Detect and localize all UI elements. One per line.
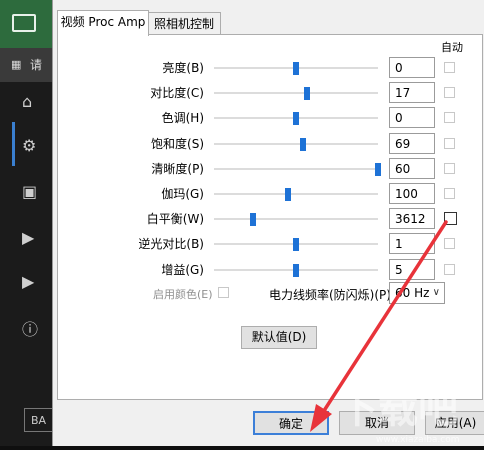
property-auto-checkbox[interactable]	[444, 87, 455, 99]
property-value-input[interactable]: 60	[389, 157, 435, 179]
color-enable-label: 启用颜色(E)	[153, 288, 213, 301]
property-auto-checkbox[interactable]	[444, 263, 455, 275]
property-auto-checkbox[interactable]	[444, 112, 455, 124]
gear-icon[interactable]: ⚙	[22, 136, 36, 155]
property-slider-thumb[interactable]	[299, 137, 306, 151]
property-slider-track[interactable]	[214, 193, 378, 195]
grid-icon: ▦	[11, 58, 22, 71]
app-search-bar[interactable]: ▦ 请	[0, 48, 60, 82]
color-enable-checkbox[interactable]	[218, 287, 229, 298]
app-search-label: 请	[30, 58, 43, 72]
app-header	[0, 0, 60, 48]
property-slider-thumb[interactable]	[293, 263, 299, 277]
info-icon[interactable]: ⓘ	[22, 316, 38, 340]
property-value-input[interactable]: 0	[389, 57, 435, 78]
property-label: 色调(H)	[161, 111, 204, 126]
property-row: 饱和度(S) 69	[58, 132, 482, 157]
power-frequency-label: 电力线频率(防闪烁)(P)	[269, 288, 391, 302]
tab-camera-control[interactable]: 照相机控制	[147, 12, 221, 35]
power-frequency-select[interactable]: 60 Hz ∨	[389, 282, 445, 304]
watermark-text: 下载吧	[338, 386, 458, 432]
tab-video-proc-amp[interactable]: 视频 Proc Amp	[57, 10, 149, 36]
property-auto-checkbox[interactable]	[444, 62, 455, 73]
proc-amp-panel: 自动 亮度(B) 0 对比度(C) 17 色调(H) 0 饱和度(S) 69 清晰度(P) 60 伽…	[57, 34, 483, 400]
property-label: 亮度(B)	[162, 61, 204, 75]
property-slider-track[interactable]	[214, 218, 378, 221]
property-slider-track[interactable]	[214, 92, 378, 95]
film-icon[interactable]: ▣	[22, 182, 37, 201]
power-frequency-value: 60 Hz	[395, 286, 430, 300]
property-row: 白平衡(W) 3612	[58, 208, 482, 232]
property-row: 增益(G) 5	[58, 258, 482, 283]
property-auto-checkbox[interactable]	[444, 238, 455, 250]
property-slider-thumb[interactable]	[293, 112, 299, 126]
property-value-input[interactable]: 17	[389, 82, 435, 104]
auto-column-header: 自动	[441, 41, 463, 54]
property-value-input[interactable]: 5	[389, 258, 435, 280]
property-slider-track[interactable]	[214, 142, 378, 145]
chevron-down-icon: ∨	[432, 287, 440, 298]
property-value-input[interactable]: 3612	[389, 208, 435, 230]
screen-icon	[12, 14, 36, 32]
property-label: 白平衡(W)	[146, 212, 204, 227]
property-row: 伽玛(G) 100	[58, 183, 482, 207]
property-auto-checkbox[interactable]	[444, 137, 455, 149]
property-row: 色调(H) 0	[58, 107, 482, 131]
property-value-input[interactable]: 69	[389, 132, 435, 154]
camera-play-icon[interactable]: ▶	[22, 272, 34, 291]
tab-strip: 视频 Proc Amp 照相机控制	[53, 0, 484, 36]
watermark: 下载吧 www.xiazaiba.com	[316, 370, 484, 446]
property-auto-checkbox[interactable]	[444, 212, 457, 226]
default-values-button[interactable]: 默认值(D)	[241, 326, 317, 349]
property-slider-track[interactable]	[214, 167, 378, 170]
property-label: 对比度(C)	[150, 86, 204, 101]
property-label: 伽玛(G)	[161, 187, 204, 201]
property-auto-checkbox[interactable]	[444, 188, 455, 199]
property-label: 逆光对比(B)	[138, 237, 204, 252]
property-auto-checkbox[interactable]	[444, 162, 455, 174]
property-slider-thumb[interactable]	[304, 87, 311, 101]
property-label: 清晰度(P)	[151, 161, 204, 176]
property-slider-thumb[interactable]	[375, 162, 381, 176]
property-label: 饱和度(S)	[151, 136, 204, 151]
property-value-input[interactable]: 100	[389, 183, 435, 204]
property-value-input[interactable]: 1	[389, 233, 435, 255]
property-slider-thumb[interactable]	[250, 213, 257, 227]
home-icon[interactable]: ⌂	[22, 92, 32, 111]
property-row: 清晰度(P) 60	[58, 157, 482, 182]
property-row: 亮度(B) 0	[58, 57, 482, 81]
property-slider-thumb[interactable]	[293, 238, 299, 252]
property-row: 对比度(C) 17	[58, 82, 482, 106]
property-row: 逆光对比(B) 1	[58, 233, 482, 257]
property-slider-thumb[interactable]	[284, 188, 291, 201]
property-slider-thumb[interactable]	[293, 62, 299, 75]
camera-icon[interactable]: ▶	[22, 228, 34, 247]
nav-active-indicator	[12, 122, 15, 166]
background-app: ▦ 请 ⌂ ⚙ ▣ ▶ ▶ ⓘ BA	[0, 0, 60, 446]
property-value-input[interactable]: 0	[389, 107, 435, 129]
property-label: 增益(G)	[161, 262, 204, 277]
watermark-url: www.xiazaiba.com	[376, 435, 460, 445]
